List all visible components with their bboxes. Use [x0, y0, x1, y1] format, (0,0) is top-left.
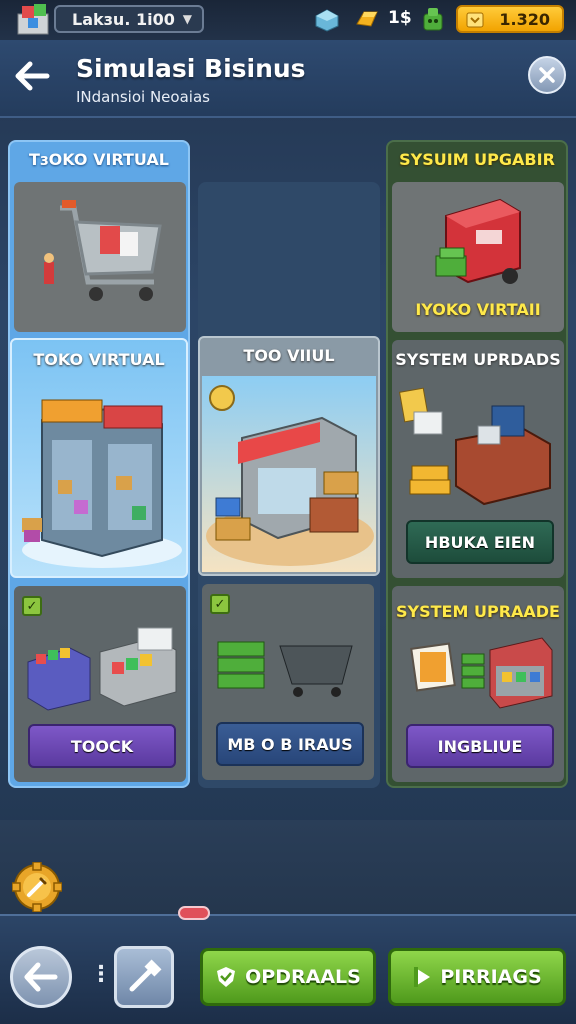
play-arrow-icon	[414, 967, 431, 987]
column-header-label: SYSUIM UPGABIR	[399, 150, 555, 169]
market-stall-icon	[206, 385, 374, 566]
tools-button[interactable]: TOOCK	[28, 724, 176, 768]
close-button[interactable]	[528, 56, 566, 94]
coin-value: 1.320	[499, 9, 550, 29]
coin-icon	[466, 12, 484, 28]
building-blocks-icon	[17, 4, 49, 35]
open-item-button[interactable]: HBUKA EIEN	[406, 520, 554, 564]
drawer-handle[interactable]	[178, 906, 210, 920]
column-header-label: TɜOKO VIRTUAL	[28, 150, 169, 169]
level-label: Lakзu. 1i00	[72, 9, 175, 29]
page-title: Simulasi Bisinus	[76, 54, 306, 83]
shop-grid: TɜOKO VIRTUAL TOKO VIRTUAL ✓ TOOCK TOO V…	[8, 140, 568, 790]
shopping-cart-card[interactable]	[14, 182, 186, 332]
arrow-left-icon	[24, 962, 58, 992]
build-tool-button[interactable]	[114, 946, 174, 1008]
card-title: SYSTEM UPRAADE	[396, 602, 560, 621]
column-toko-viiul: TOO VIIUL ✓ MB O B IRAUS	[198, 182, 380, 788]
move-items-button[interactable]: MB O B IRAUS	[216, 722, 364, 766]
page-subtitle: INdansioi Neoaias	[76, 88, 210, 106]
close-icon	[539, 67, 555, 83]
robot-icon	[423, 8, 443, 31]
hammer-icon	[129, 959, 162, 992]
cargo-cart-icon	[217, 641, 353, 697]
parking-button[interactable]: PIRRIAGS	[388, 948, 566, 1006]
store-scene	[202, 376, 376, 572]
delivery-truck-icon	[435, 198, 521, 284]
store-front-icon	[410, 637, 553, 709]
system-upgrade-card-1[interactable]: IYOKO VIRTAII	[392, 182, 564, 332]
virtual-store-icon	[22, 399, 182, 568]
status-bar: Lakзu. 1i00 ▼ 1$ 1.320	[0, 0, 576, 40]
background-street	[0, 820, 576, 920]
card-title: SYSTEM UPRDADS	[395, 350, 561, 369]
column-system-upgrade: SYSUIM UPGABIR IYOKO VIRTAII SYSTEM UPRD…	[386, 140, 568, 788]
screen-header: Simulasi Bisinus INdansioi Neoaias	[0, 40, 576, 118]
more-options-icon[interactable]: ⋮	[90, 962, 112, 987]
back-button[interactable]	[10, 54, 54, 98]
settings-gear-icon[interactable]	[12, 862, 62, 912]
gold-bar-icon	[356, 11, 378, 27]
upgrades-button-label: OPDRAALS	[245, 966, 361, 988]
column-toko-virtual: TɜOKO VIRTUAL TOKO VIRTUAL ✓ TOOCK	[8, 140, 190, 788]
chevron-down-icon: ▼	[182, 12, 192, 26]
product-shelf-icon	[27, 627, 177, 711]
shopping-cart-icon	[44, 200, 162, 301]
toko-viiul-card[interactable]: TOO VIIUL	[198, 336, 380, 576]
system-upgrade-card-2[interactable]: SYSTEM UPRDADS HBUKA EIEN	[392, 340, 564, 578]
card-title: TOKO VIRTUAL	[33, 350, 165, 369]
cash-counter: 1$	[388, 8, 412, 28]
card-caption: IYOKO VIRTAII	[415, 300, 541, 319]
upgrades-button[interactable]: OPDRAALS	[200, 948, 376, 1006]
shield-check-icon	[217, 967, 236, 987]
arrow-left-icon	[15, 61, 50, 91]
gem-icon	[315, 9, 339, 32]
shelf-toko-card[interactable]: ✓ TOOCK	[14, 586, 186, 782]
ingblue-button[interactable]: INGBLIUE	[406, 724, 554, 768]
system-upgrade-card-3[interactable]: SYSTEM UPRAADE INGBLIUE	[392, 586, 564, 782]
parking-button-label: PIRRIAGS	[440, 966, 542, 988]
level-selector[interactable]: Lakзu. 1i00 ▼	[54, 5, 204, 33]
card-title: TOO VIIUL	[243, 346, 335, 365]
cargo-toko-card[interactable]: ✓ MB O B IRAUS	[202, 584, 374, 780]
toko-virtual-card[interactable]: TOKO VIRTUAL	[10, 338, 188, 578]
shipping-container-icon	[398, 387, 551, 506]
bottom-back-button[interactable]	[10, 946, 72, 1008]
coin-balance[interactable]: 1.320	[456, 5, 564, 33]
